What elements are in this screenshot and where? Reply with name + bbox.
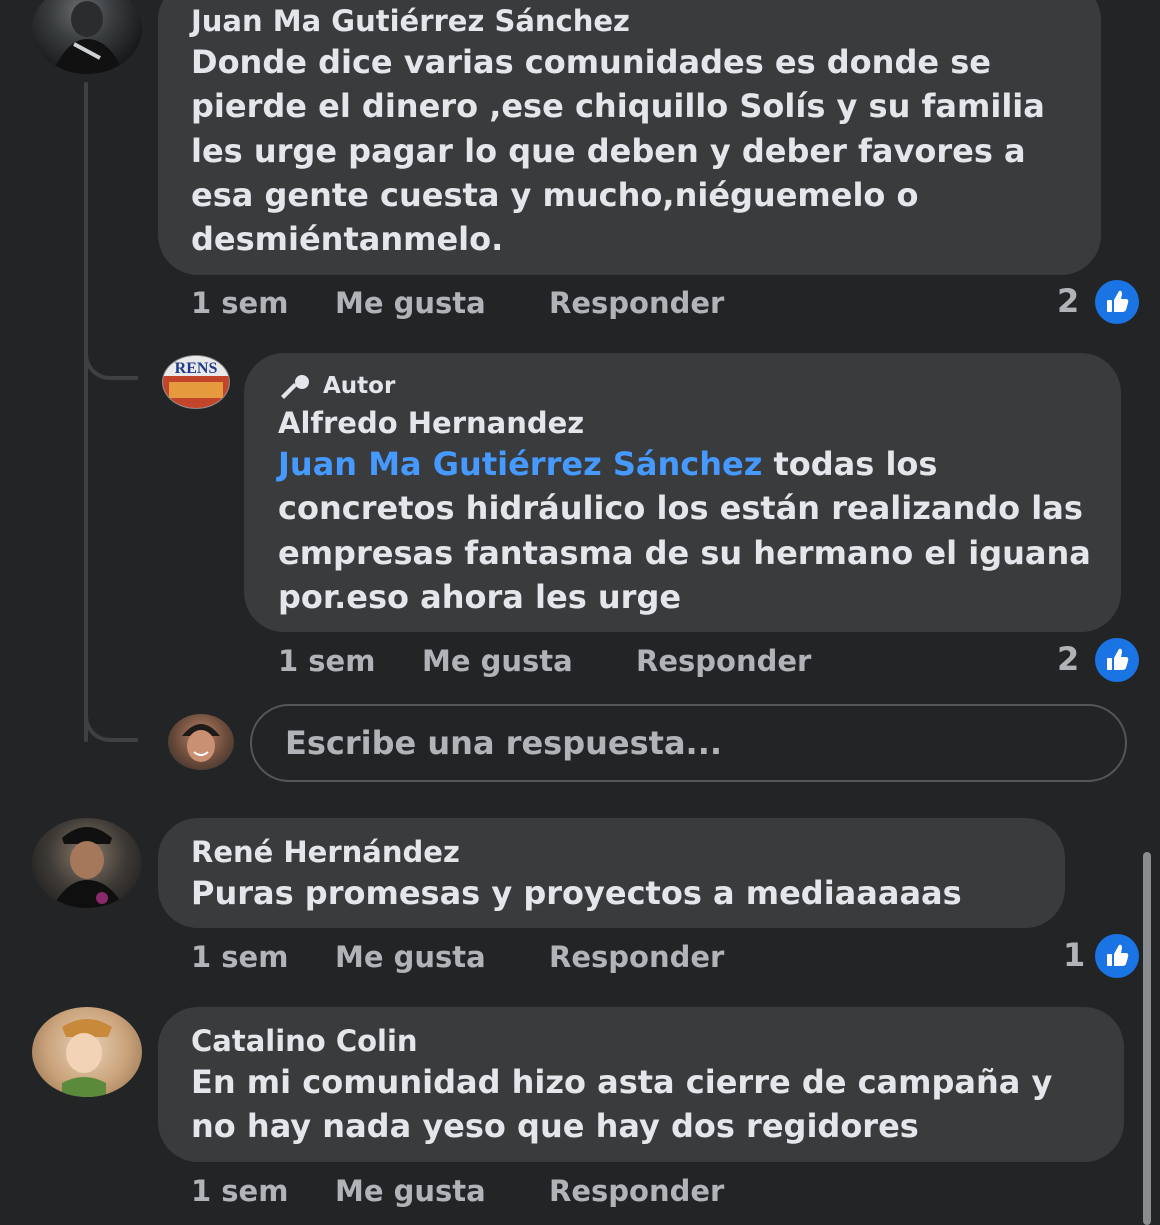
comment-author[interactable]: Juan Ma Gutiérrez Sánchez <box>191 4 630 38</box>
reply-time[interactable]: 1 sem <box>278 644 375 678</box>
reply-input[interactable]: Escribe una respuesta... <box>250 704 1127 782</box>
reply-input-placeholder: Escribe una respuesta... <box>285 724 722 762</box>
like-count: 1 <box>1063 936 1086 974</box>
avatar[interactable] <box>32 818 142 908</box>
like-button[interactable]: Me gusta <box>335 940 486 974</box>
thumbs-up-icon[interactable] <box>1095 638 1139 682</box>
like-count: 2 <box>1057 640 1080 678</box>
reply-text: Juan Ma Gutiérrez Sánchez todas los conc… <box>278 442 1098 619</box>
scrollbar[interactable] <box>1143 852 1151 1225</box>
reply-button[interactable]: Responder <box>549 940 724 974</box>
comment-text: En mi comunidad hizo asta cierre de camp… <box>191 1063 1053 1146</box>
like-count: 2 <box>1057 282 1080 320</box>
avatar[interactable]: RENS <box>162 355 230 409</box>
thumbs-up-icon[interactable] <box>1095 934 1139 978</box>
comment-author[interactable]: René Hernández <box>191 835 460 869</box>
avatar[interactable] <box>32 0 142 74</box>
thread-branch-input <box>84 690 138 742</box>
comment-text: Donde dice varias comunidades es donde s… <box>191 43 1045 259</box>
microphone-icon <box>278 372 314 402</box>
like-button[interactable]: Me gusta <box>335 286 486 320</box>
comment-time[interactable]: 1 sem <box>191 940 288 974</box>
comment-text: Puras promesas y proyectos a mediaaaaas <box>191 874 962 912</box>
reply-button[interactable]: Responder <box>549 286 724 320</box>
reply-button[interactable]: Responder <box>636 644 811 678</box>
reply-button[interactable]: Responder <box>549 1174 724 1208</box>
thumbs-up-icon[interactable] <box>1095 280 1139 324</box>
comment-time[interactable]: 1 sem <box>191 1174 288 1208</box>
svg-text:RENS: RENS <box>175 360 218 377</box>
avatar[interactable] <box>168 714 234 770</box>
mention-link[interactable]: Juan Ma Gutiérrez Sánchez <box>278 445 762 483</box>
reply-author[interactable]: Alfredo Hernandez <box>278 406 584 440</box>
author-badge: Autor <box>323 373 396 399</box>
comment-time[interactable]: 1 sem <box>191 286 288 320</box>
comment-author[interactable]: Catalino Colin <box>191 1024 418 1058</box>
thread-line-vertical <box>84 82 88 742</box>
thread-branch-reply <box>84 330 138 380</box>
like-button[interactable]: Me gusta <box>422 644 573 678</box>
like-button[interactable]: Me gusta <box>335 1174 486 1208</box>
avatar[interactable] <box>32 1007 142 1097</box>
